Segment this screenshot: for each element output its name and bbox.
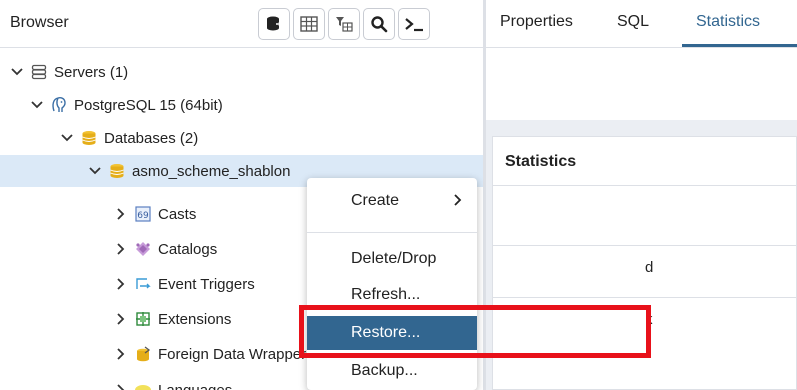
psql-tool-icon bbox=[404, 16, 424, 32]
chevron-right-icon[interactable] bbox=[114, 383, 128, 390]
active-tab-indicator bbox=[682, 44, 797, 47]
chevron-down-icon[interactable] bbox=[88, 164, 102, 178]
tree-label: Servers (1) bbox=[54, 63, 129, 81]
tree-label: Event Triggers bbox=[158, 275, 255, 293]
menu-item-create[interactable]: Create bbox=[307, 184, 477, 218]
catalogs-icon bbox=[134, 240, 152, 258]
menu-item-delete-drop[interactable]: Delete/Drop bbox=[307, 242, 477, 276]
statistics-title: Statistics bbox=[505, 153, 577, 170]
divider bbox=[493, 245, 797, 246]
browser-header: Browser bbox=[0, 0, 483, 48]
chevron-down-icon[interactable] bbox=[60, 131, 74, 145]
menu-item-label: Backup... bbox=[351, 362, 418, 379]
search-icon bbox=[370, 15, 388, 33]
chevron-right-icon[interactable] bbox=[114, 277, 128, 291]
psql-tool-button[interactable] bbox=[398, 8, 430, 40]
tab-sql[interactable]: SQL bbox=[617, 13, 649, 31]
divider bbox=[493, 185, 797, 186]
tab-statistics[interactable]: Statistics bbox=[696, 13, 760, 31]
tree-label: Databases (2) bbox=[104, 129, 199, 147]
menu-item-backup[interactable]: Backup... bbox=[307, 354, 477, 388]
menu-item-label: Refresh... bbox=[351, 286, 421, 303]
postgresql-elephant-icon bbox=[50, 96, 68, 114]
database-icon bbox=[108, 162, 126, 180]
table-view-icon bbox=[300, 16, 318, 32]
query-tool-button[interactable] bbox=[258, 8, 290, 40]
tree-node-servers[interactable]: Servers (1) bbox=[0, 56, 483, 88]
databases-icon bbox=[80, 129, 98, 147]
detail-tabs: Properties SQL Statistics bbox=[486, 0, 797, 48]
view-data-button[interactable] bbox=[293, 8, 325, 40]
tree-label: Extensions bbox=[158, 310, 232, 328]
chevron-down-icon[interactable] bbox=[30, 98, 44, 112]
event-triggers-icon bbox=[134, 275, 152, 293]
tree-label: Foreign Data Wrappers bbox=[158, 345, 314, 363]
casts-icon: 69 bbox=[134, 205, 152, 223]
divider bbox=[493, 297, 797, 298]
tree-node-databases[interactable]: Databases (2) bbox=[0, 122, 483, 154]
annotation-highlight-box bbox=[299, 305, 651, 358]
menu-item-label: Delete/Drop bbox=[351, 250, 437, 267]
tree-label: asmo_scheme_shablon bbox=[132, 162, 291, 180]
filtered-rows-button[interactable] bbox=[328, 8, 360, 40]
tree-node-postgresql[interactable]: PostgreSQL 15 (64bit) bbox=[0, 89, 483, 121]
tree-label: Catalogs bbox=[158, 240, 218, 258]
chevron-right-icon[interactable] bbox=[114, 347, 128, 361]
filtered-rows-icon bbox=[335, 16, 353, 32]
menu-item-label: Create bbox=[351, 192, 400, 209]
browser-toolbar bbox=[258, 8, 430, 40]
tab-properties[interactable]: Properties bbox=[500, 13, 573, 31]
query-tool-icon bbox=[265, 15, 283, 33]
languages-icon bbox=[134, 381, 152, 390]
svg-text:69: 69 bbox=[137, 211, 149, 221]
chevron-right-icon bbox=[453, 192, 463, 213]
chevron-down-icon[interactable] bbox=[10, 65, 24, 79]
context-menu: Create Delete/Drop Refresh... Restore...… bbox=[307, 178, 477, 390]
extensions-icon bbox=[134, 310, 152, 328]
tree-label: Languages bbox=[158, 381, 233, 390]
tree-label: Casts bbox=[158, 205, 197, 223]
browser-title: Browser bbox=[10, 14, 69, 31]
foreign-data-wrappers-icon bbox=[134, 345, 152, 363]
menu-separator bbox=[307, 232, 477, 233]
chevron-right-icon[interactable] bbox=[114, 312, 128, 326]
search-objects-button[interactable] bbox=[363, 8, 395, 40]
chevron-right-icon[interactable] bbox=[114, 207, 128, 221]
tree-label: PostgreSQL 15 (64bit) bbox=[74, 96, 223, 114]
chevron-right-icon[interactable] bbox=[114, 242, 128, 256]
statistics-value: d bbox=[645, 259, 654, 276]
servers-icon bbox=[30, 63, 48, 81]
